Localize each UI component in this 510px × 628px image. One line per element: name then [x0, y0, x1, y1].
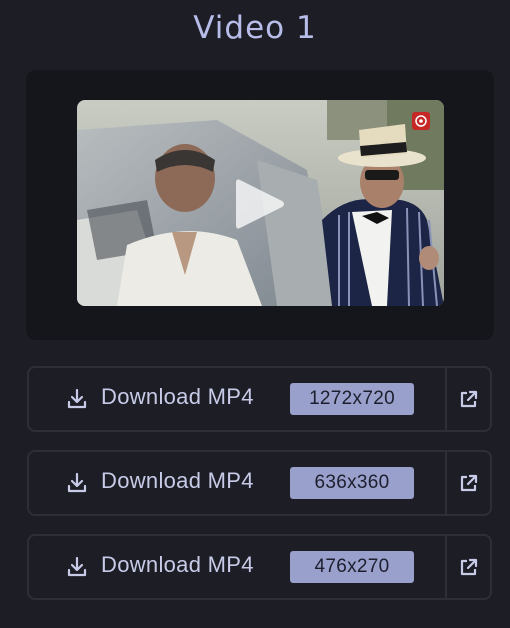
download-mp4-button[interactable]: Download MP4 476x270: [29, 536, 445, 598]
external-link-icon: [460, 558, 478, 576]
download-label: Download MP4: [101, 468, 254, 493]
external-link-icon: [460, 390, 478, 408]
play-icon[interactable]: [234, 176, 286, 232]
video-title: Video 1: [193, 10, 317, 46]
download-row: Download MP4 1272x720: [27, 366, 492, 432]
open-external-button[interactable]: [447, 368, 490, 430]
open-external-button[interactable]: [447, 452, 490, 514]
download-icon: [67, 472, 87, 493]
download-icon: [67, 388, 87, 409]
resolution-badge: 476x270: [290, 551, 414, 583]
download-mp4-button[interactable]: Download MP4 1272x720: [29, 368, 445, 430]
resolution-badge: 636x360: [290, 467, 414, 499]
download-label: Download MP4: [101, 384, 254, 409]
channel-logo-icon: [412, 112, 430, 130]
download-row: Download MP4 476x270: [27, 534, 492, 600]
external-link-icon: [460, 474, 478, 492]
video-download-page: Video 1 Download MP4 1272x720 Download M…: [0, 0, 510, 628]
resolution-badge: 1272x720: [290, 383, 414, 415]
download-mp4-button[interactable]: Download MP4 636x360: [29, 452, 445, 514]
download-label: Download MP4: [101, 552, 254, 577]
open-external-button[interactable]: [447, 536, 490, 598]
download-icon: [67, 556, 87, 577]
download-row: Download MP4 636x360: [27, 450, 492, 516]
